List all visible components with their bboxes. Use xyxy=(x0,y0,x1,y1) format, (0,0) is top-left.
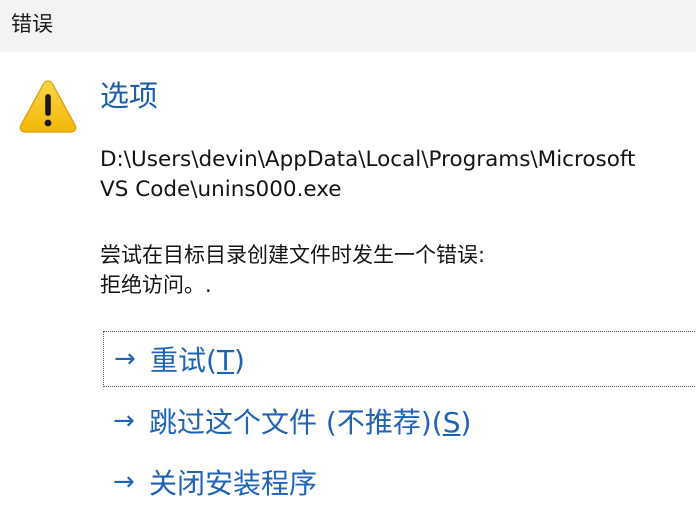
skip-file-label-close: ) xyxy=(460,406,472,439)
arrow-right-icon: → xyxy=(113,467,135,497)
window-title: 错误 xyxy=(11,12,53,36)
error-message: 尝试在目标目录创建文件时发生一个错误: 拒绝访问。. xyxy=(100,240,690,300)
dialog-heading: 选项 xyxy=(100,79,159,113)
retry-button[interactable]: → 重试(T) xyxy=(103,331,696,387)
file-path-line-2: VS Code\unins000.exe xyxy=(100,177,342,202)
skip-file-button[interactable]: → 跳过这个文件 (不推荐)(S) xyxy=(103,393,696,449)
retry-accelerator: T xyxy=(216,344,235,377)
close-setup-button[interactable]: → 关闭安装程序 xyxy=(103,454,696,510)
retry-label-close: ) xyxy=(234,344,245,377)
retry-label-text: 重试( xyxy=(150,344,217,377)
arrow-right-icon: → xyxy=(113,406,135,436)
title-bar: 错误 xyxy=(0,0,696,52)
close-setup-label: 关闭安装程序 xyxy=(149,467,318,500)
error-message-line-2: 拒绝访问。. xyxy=(100,273,212,297)
skip-file-label-text: 跳过这个文件 (不推荐)( xyxy=(149,406,443,439)
warning-icon xyxy=(19,80,77,133)
file-path: D:\Users\devin\AppData\Local\Programs\Mi… xyxy=(100,145,690,205)
arrow-right-icon: → xyxy=(114,344,136,374)
skip-file-accelerator: S xyxy=(442,406,461,439)
retry-label: 重试(T) xyxy=(150,339,245,379)
skip-file-label: 跳过这个文件 (不推荐)(S) xyxy=(149,401,471,441)
file-path-line-1: D:\Users\devin\AppData\Local\Programs\Mi… xyxy=(100,147,636,172)
error-message-line-1: 尝试在目标目录创建文件时发生一个错误: xyxy=(100,243,486,267)
